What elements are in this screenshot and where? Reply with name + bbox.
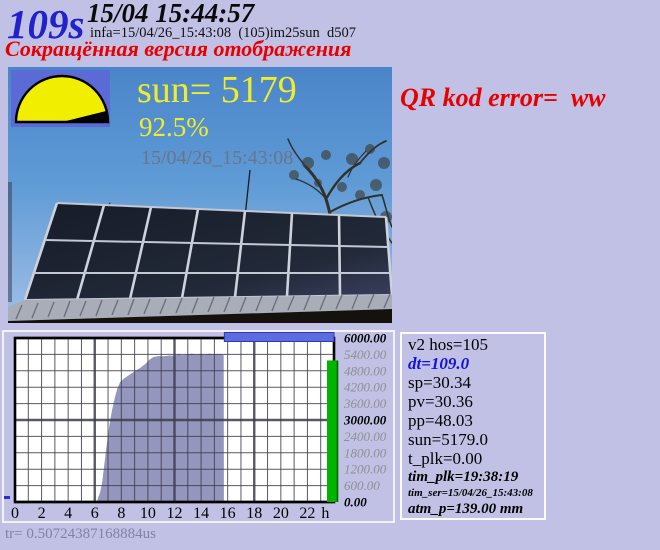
solar-array <box>25 203 392 300</box>
status-line-t_plk: t_plk=0.00 <box>408 449 544 468</box>
status-line-tim_ser: tim_ser=15/04/26_15:43:08 <box>408 486 544 500</box>
photo-timestamp-overlay: 15/04/26_15:43:08 <box>141 148 293 168</box>
daylight-sun-icon <box>11 70 110 127</box>
x-tick-label: 18 <box>246 505 262 521</box>
x-tick-label: 12 <box>167 505 183 521</box>
y-tick-label: 3000.00 <box>343 413 387 428</box>
status-line-tim_plk: tim_plk=19:38:19 <box>408 468 544 486</box>
x-tick-label: 16 <box>220 505 236 521</box>
daily-sun-chart: 0.00 600.001200.00 1800.002400.003000.00 36… <box>2 330 395 523</box>
status-panel: v2 hos=105dt=109.0sp=30.34pv=30.36pp=48.… <box>400 332 546 520</box>
y-tick-label: 5400.00 <box>344 347 387 362</box>
qr-error-message: QR kod error= ww <box>400 84 606 113</box>
remaining-day-bar <box>224 333 334 342</box>
y-tick-label: 600.00 <box>344 478 380 493</box>
x-tick-label: 6 <box>91 505 99 521</box>
y-tick-label: 1200.00 <box>344 462 387 477</box>
x-tick-label: 20 <box>273 505 289 521</box>
y-tick-label: 3600.00 <box>343 396 387 411</box>
current-value-bar <box>327 360 337 502</box>
zero-marker <box>4 496 10 499</box>
status-panel-lines: v2 hos=105dt=109.0sp=30.34pv=30.36pp=48.… <box>408 335 544 518</box>
x-tick-label: 8 <box>117 505 125 521</box>
x-tick-label: 4 <box>64 505 72 521</box>
status-line-v2_hos: v2 hos=105 <box>408 335 544 354</box>
solar-panel-photo: sun= 5179 92.5% 15/04/26_15:43:08 <box>8 67 392 323</box>
y-tick-label: 1800.00 <box>344 445 387 460</box>
x-tick-label: 14 <box>193 505 209 521</box>
sun-chart-svg: 0.00 600.001200.00 1800.002400.003000.00 36… <box>4 332 393 521</box>
y-tick-label: 4800.00 <box>344 363 387 378</box>
x-tick-label: 22 <box>299 505 315 521</box>
current-datetime: 15/04 15:44:57 <box>87 0 254 27</box>
left-edge-pole <box>8 182 12 302</box>
status-line-atm_p: atm_p=139.00 mm <box>408 500 544 518</box>
status-line-pp: pp=48.03 <box>408 411 544 430</box>
status-line-dt: dt=109.0 <box>408 354 544 373</box>
tr-footer-readout: tr= 0.50724387168884us <box>5 526 156 543</box>
y-tick-label: 0.00 <box>344 495 367 510</box>
display-mode-subtitle: Сокращённая версия отображения <box>5 36 352 61</box>
y-tick-label: 6000.00 <box>344 332 387 346</box>
x-tick-label: 10 <box>140 505 156 521</box>
y-tick-label: 4200.00 <box>344 380 387 395</box>
status-line-sp: sp=30.34 <box>408 373 544 392</box>
x-axis-unit: h <box>321 505 329 521</box>
y-tick-label: 2400.00 <box>344 429 387 444</box>
x-tick-label: 2 <box>38 505 46 521</box>
daylight-percent-overlay: 92.5% <box>139 114 209 141</box>
status-line-pv: pv=30.36 <box>408 392 544 411</box>
x-tick-label: 0 <box>11 505 19 521</box>
solar-monitor-screen: { "header": { "station_id": "109s", "dat… <box>0 0 660 550</box>
status-line-sun: sun=5179.0 <box>408 430 544 449</box>
sun-value-overlay: sun= 5179 <box>137 71 297 109</box>
